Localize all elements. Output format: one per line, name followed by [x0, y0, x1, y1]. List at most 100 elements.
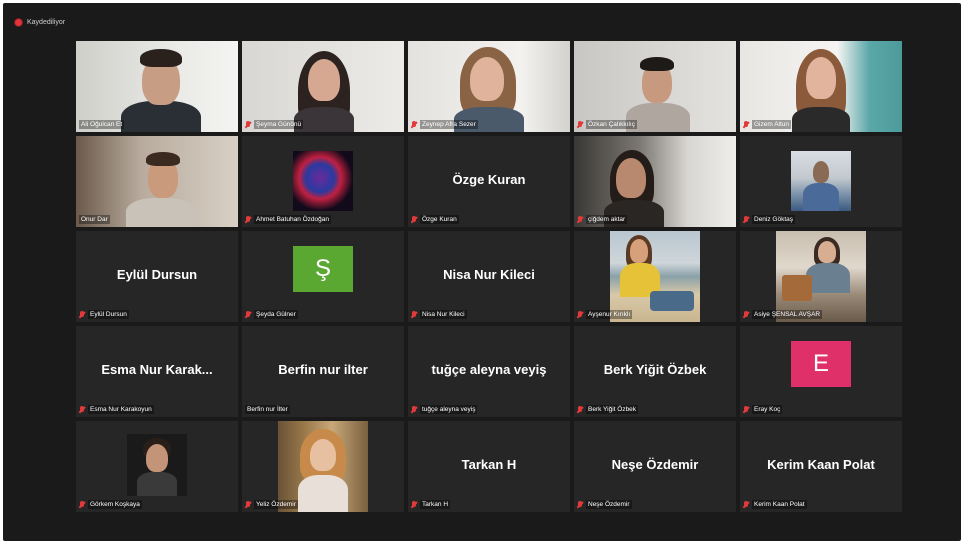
- participant-name: Eylül Dursun: [88, 310, 129, 319]
- participant-big-name: Berk Yiğit Özbek: [603, 362, 707, 377]
- muted-mic-icon: [79, 405, 85, 414]
- gallery-grid: Ali Oğulcan Et Şeyma Günönü Zeynep Afra …: [76, 41, 902, 512]
- muted-mic-icon: [411, 500, 417, 509]
- participant-tile[interactable]: Tarkan H Tarkan H: [408, 421, 570, 512]
- participant-tile[interactable]: Yeliz Özdemir: [242, 421, 404, 512]
- participant-tile[interactable]: Ahmet Batuhan Özdoğan: [242, 136, 404, 227]
- participant-tile[interactable]: Özge Kuran Özge Kuran: [408, 136, 570, 227]
- muted-mic-icon: [743, 500, 749, 509]
- avatar-letter: Ş: [314, 255, 331, 282]
- participant-tile[interactable]: Görkem Koşkaya: [76, 421, 238, 512]
- recording-indicator[interactable]: Kaydediliyor: [15, 16, 65, 28]
- avatar: Ş: [293, 246, 353, 292]
- muted-mic-icon: [79, 500, 85, 509]
- participant-name: Gizem Altun: [752, 120, 792, 129]
- muted-mic-icon: [245, 120, 251, 129]
- recording-label: Kaydediliyor: [27, 18, 66, 26]
- participant-tile[interactable]: Ali Oğulcan Et: [76, 41, 238, 132]
- participant-tile[interactable]: Şeyma Günönü: [242, 41, 404, 132]
- participant-tile[interactable]: Neşe Özdemir Neşe Özdemir: [574, 421, 736, 512]
- participant-name: çiğdem aktar: [586, 215, 628, 224]
- participant-name: Onur Dar: [79, 215, 110, 224]
- participant-tile[interactable]: Nisa Nur Kileci Nisa Nur Kileci: [408, 231, 570, 322]
- participant-tile-active-speaker[interactable]: Onur Dar: [76, 136, 238, 227]
- video-feed: [574, 136, 736, 227]
- participant-name: tuğçe aleyna veyiş: [420, 405, 478, 414]
- participant-name-bar: Esma Nur Karakoyun: [79, 405, 154, 414]
- participant-name-bar: Ali Oğulcan Et: [79, 120, 125, 129]
- muted-mic-icon: [245, 500, 251, 509]
- avatar-letter: E: [812, 350, 829, 377]
- muted-mic-icon: [743, 310, 749, 319]
- participant-name-bar: çiğdem aktar: [577, 215, 628, 224]
- participant-name-bar: Ahmet Batuhan Özdoğan: [245, 215, 331, 224]
- participant-name-bar: Yeliz Özdemir: [245, 500, 298, 509]
- muted-mic-icon: [411, 310, 417, 319]
- participant-name-bar: Zeynep Afra Sezer: [411, 120, 478, 129]
- participant-name: Şeyma Günönü: [254, 120, 304, 129]
- participant-name: Neşe Özdemir: [586, 500, 632, 509]
- participant-name-bar: Nisa Nur Kileci: [411, 310, 467, 319]
- muted-mic-icon: [577, 405, 583, 414]
- muted-mic-icon: [743, 405, 749, 414]
- participant-tile[interactable]: Esma Nur Karak... Esma Nur Karakoyun: [76, 326, 238, 417]
- muted-mic-icon: [411, 215, 417, 224]
- participant-big-name: Eylül Dursun: [116, 267, 198, 282]
- recording-dot-icon: [15, 18, 22, 26]
- participant-name-bar: Görkem Koşkaya: [79, 500, 142, 509]
- participant-name-bar: Kerim Kaan Polat: [743, 500, 807, 509]
- participant-tile[interactable]: Asiye ŞENSAL AVŞAR: [740, 231, 902, 322]
- participant-tile[interactable]: Berk Yiğit Özbek Berk Yiğit Özbek: [574, 326, 736, 417]
- participant-name-bar: Şeyda Gülner: [245, 310, 298, 319]
- participant-tile[interactable]: Ş Şeyda Gülner: [242, 231, 404, 322]
- participant-name: Tarkan H: [420, 500, 451, 509]
- participant-big-name: Esma Nur Karak...: [101, 362, 213, 377]
- participant-name: Asiye ŞENSAL AVŞAR: [752, 310, 823, 319]
- participant-name-bar: Özge Kuran: [411, 215, 459, 224]
- participant-name: Özkan Çalıkkılıç: [586, 120, 637, 129]
- participant-name-bar: Şeyma Günönü: [245, 120, 304, 129]
- participant-tile[interactable]: Özkan Çalıkkılıç: [574, 41, 736, 132]
- participant-tile[interactable]: Berfin nur ilter Berfin nur İlter: [242, 326, 404, 417]
- participant-big-name: Özge Kuran: [452, 172, 526, 187]
- profile-picture: [293, 151, 353, 211]
- participant-name: Ali Oğulcan Et: [79, 120, 125, 129]
- participant-name-bar: Eylül Dursun: [79, 310, 129, 319]
- participant-tile[interactable]: çiğdem aktar: [574, 136, 736, 227]
- participant-tile[interactable]: E Eray Koç: [740, 326, 902, 417]
- participant-tile[interactable]: Eylül Dursun Eylül Dursun: [76, 231, 238, 322]
- muted-mic-icon: [245, 215, 251, 224]
- participant-name-bar: Tarkan H: [411, 500, 451, 509]
- profile-picture: [278, 421, 368, 512]
- participant-big-name: Kerim Kaan Polat: [767, 457, 875, 472]
- participant-name: Eray Koç: [752, 405, 783, 414]
- participant-tile[interactable]: Deniz Göktaş: [740, 136, 902, 227]
- participant-name: Berfin nur İlter: [245, 405, 290, 414]
- video-feed: [242, 41, 404, 132]
- profile-picture: [791, 151, 851, 211]
- participant-name: Zeynep Afra Sezer: [420, 120, 478, 129]
- participant-name-bar: Berk Yiğit Özbek: [577, 405, 639, 414]
- video-feed: [76, 41, 238, 132]
- participant-tile[interactable]: tuğçe aleyna veyiş tuğçe aleyna veyiş: [408, 326, 570, 417]
- participant-name-bar: Özkan Çalıkkılıç: [577, 120, 637, 129]
- participant-name-bar: Onur Dar: [79, 215, 110, 224]
- muted-mic-icon: [245, 310, 251, 319]
- participant-tile[interactable]: Ayşenur Kırıklı: [574, 231, 736, 322]
- participant-name: Görkem Koşkaya: [88, 500, 142, 509]
- participant-tile[interactable]: Zeynep Afra Sezer: [408, 41, 570, 132]
- participant-name: Ayşenur Kırıklı: [586, 310, 633, 319]
- participant-big-name: Tarkan H: [461, 457, 517, 472]
- participant-name-bar: Eray Koç: [743, 405, 783, 414]
- profile-picture: [127, 434, 187, 496]
- muted-mic-icon: [577, 215, 583, 224]
- participant-tile[interactable]: Kerim Kaan Polat Kerim Kaan Polat: [740, 421, 902, 512]
- participant-name: Şeyda Gülner: [254, 310, 298, 319]
- participant-name: Nisa Nur Kileci: [420, 310, 467, 319]
- muted-mic-icon: [79, 310, 85, 319]
- participant-name: Kerim Kaan Polat: [752, 500, 807, 509]
- participant-name-bar: Ayşenur Kırıklı: [577, 310, 633, 319]
- participant-name: Esma Nur Karakoyun: [88, 405, 154, 414]
- participant-tile[interactable]: Gizem Altun: [740, 41, 902, 132]
- participant-name: Deniz Göktaş: [752, 215, 796, 224]
